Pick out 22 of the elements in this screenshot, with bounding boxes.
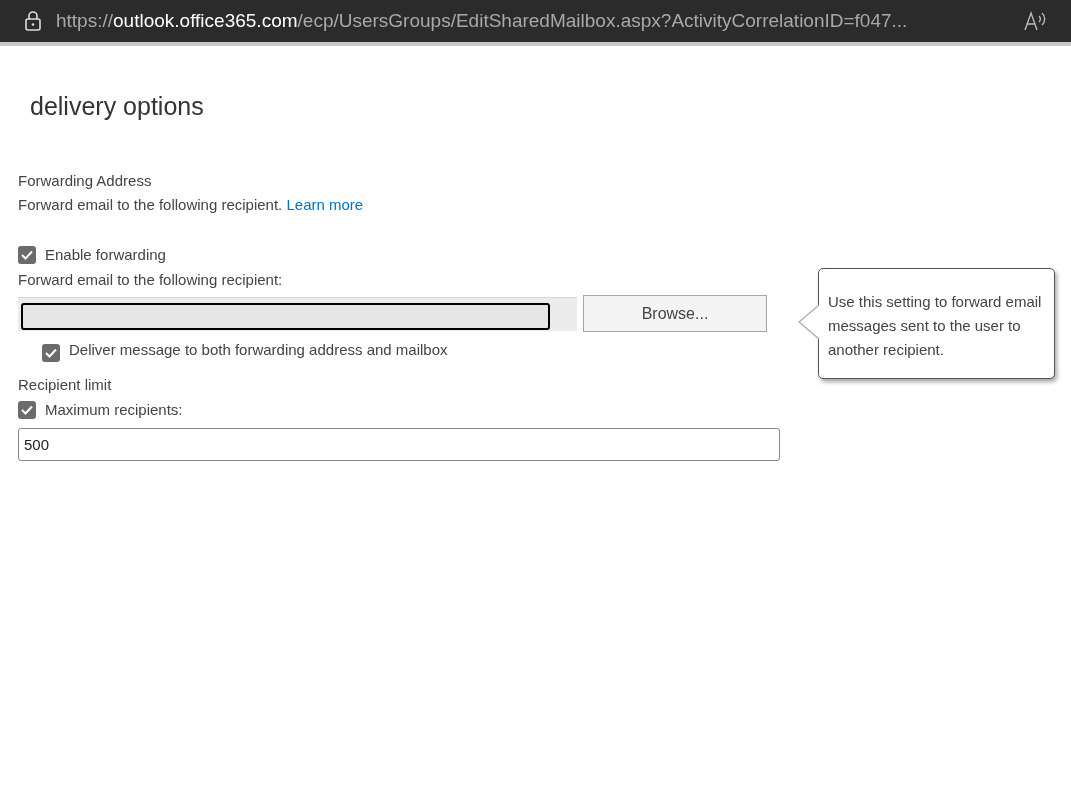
browse-button[interactable]: Browse... bbox=[583, 295, 767, 332]
tooltip-text: Use this setting to forward email messages sent to the user to another recipient. bbox=[828, 293, 1042, 358]
url-text[interactable]: https://outlook.office365.com/ecp/UsersGroups/EditSharedMailbox.aspx?ActivityCorrelationID=f047... bbox=[56, 6, 1009, 36]
checkmark-icon bbox=[21, 405, 33, 415]
section-heading: Recipient limit bbox=[18, 375, 113, 395]
checkbox[interactable] bbox=[18, 246, 36, 264]
recipient-field[interactable] bbox=[18, 296, 577, 331]
checkbox-label: Maximum recipients: bbox=[45, 400, 183, 420]
input-field[interactable]: 500 bbox=[18, 428, 780, 461]
field-label: Forward email to the following recipient: bbox=[18, 270, 284, 290]
checkbox[interactable] bbox=[42, 344, 60, 362]
learn-more-link[interactable]: Learn more bbox=[286, 196, 364, 213]
lock-icon bbox=[24, 11, 42, 31]
description-text: Forward email to the following recipient. bbox=[18, 196, 283, 213]
checkbox-label: Enable forwarding bbox=[45, 245, 166, 265]
checkmark-icon bbox=[21, 250, 33, 260]
read-aloud-icon[interactable] bbox=[1023, 10, 1047, 32]
checkbox[interactable] bbox=[18, 401, 36, 419]
section-heading: Forwarding Address bbox=[18, 171, 153, 191]
checkbox-label: Deliver message to both forwarding address and mailbox bbox=[69, 340, 448, 360]
checkmark-icon bbox=[45, 348, 57, 358]
page-title: delivery options bbox=[30, 91, 205, 122]
